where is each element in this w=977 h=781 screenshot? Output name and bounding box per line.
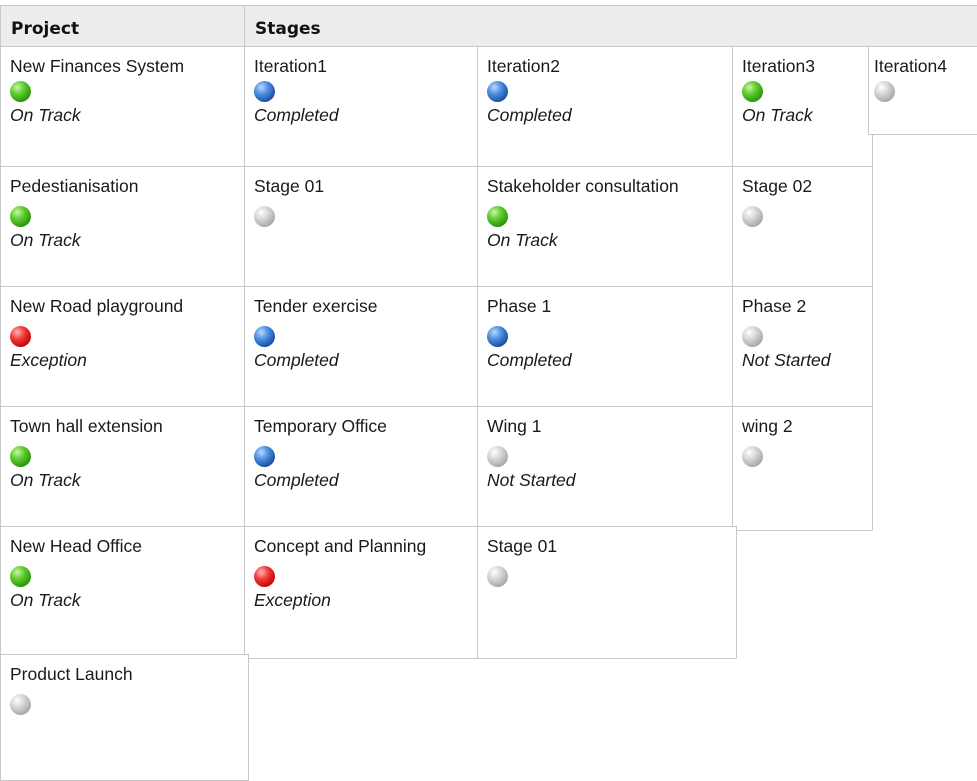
stage-name: Iteration4	[874, 56, 947, 76]
status-green-icon	[10, 206, 31, 227]
status-green-icon	[742, 81, 763, 102]
status-green-icon	[10, 81, 31, 102]
status-red-icon	[254, 566, 275, 587]
status-grey-icon	[742, 326, 763, 347]
project-name[interactable]: Product Launch	[10, 663, 248, 685]
status-grey-icon	[10, 694, 31, 715]
stage-cell[interactable]: Tender exercise Completed	[244, 286, 482, 411]
project-name[interactable]: New Finances System	[10, 55, 248, 77]
status-text: On Track	[10, 230, 81, 250]
project-cell[interactable]: Product Launch	[0, 654, 249, 781]
status-blue-icon	[254, 81, 275, 102]
status-text: Completed	[254, 105, 339, 125]
status-text: Completed	[254, 350, 339, 370]
status-text: Completed	[487, 105, 572, 125]
stage-name: Phase 1	[487, 296, 552, 316]
stage-name: Concept and Planning	[254, 536, 427, 556]
status-grey-icon	[742, 206, 763, 227]
stage-cell[interactable]: Iteration3 On Track	[732, 46, 873, 171]
project-name[interactable]: Town hall extension	[10, 415, 248, 437]
stage-name: Iteration2	[487, 56, 560, 76]
stage-cell[interactable]: wing 2	[732, 406, 873, 531]
stage-name: Stage 01	[254, 176, 325, 196]
stage-cell[interactable]: Iteration1 Completed	[244, 46, 482, 171]
stage-name: Tender exercise	[254, 296, 378, 316]
stage-name: wing 2	[742, 416, 793, 436]
stage-cell[interactable]: Stage 01	[244, 166, 482, 291]
status-red-icon	[10, 326, 31, 347]
stage-cell[interactable]: Stakeholder consultation On Track	[477, 166, 737, 291]
status-grey-icon	[254, 206, 275, 227]
status-grey-icon	[487, 566, 508, 587]
stage-name: Temporary Office	[254, 416, 387, 436]
stage-name: Wing 1	[487, 416, 542, 436]
status-text: Exception	[10, 350, 87, 370]
stage-cell[interactable]: Stage 01	[477, 526, 737, 659]
stage-name: Stage 02	[742, 176, 813, 196]
project-cell[interactable]: New Head Office On Track	[0, 526, 249, 659]
stage-name: Stage 01	[487, 536, 558, 556]
status-grey-icon	[874, 81, 895, 102]
project-cell[interactable]: New Road playground Exception	[0, 286, 249, 411]
project-name[interactable]: New Road playground	[10, 295, 248, 317]
project-name[interactable]: Pedestianisation	[10, 175, 248, 197]
status-green-icon	[10, 566, 31, 587]
status-text: Not Started	[487, 470, 576, 490]
column-header-project: Project	[0, 5, 249, 48]
stage-cell[interactable]: Stage 02	[732, 166, 873, 291]
stage-name: Iteration1	[254, 56, 327, 76]
status-text: Completed	[254, 470, 339, 490]
project-cell[interactable]: Pedestianisation On Track	[0, 166, 249, 291]
stage-cell[interactable]: Phase 1 Completed	[477, 286, 737, 411]
status-text: On Track	[10, 470, 81, 490]
status-text: Exception	[254, 590, 331, 610]
stage-cell[interactable]: Concept and Planning Exception	[244, 526, 482, 659]
status-blue-icon	[487, 326, 508, 347]
stage-cell[interactable]: Iteration4	[868, 46, 977, 135]
stage-cell[interactable]: Phase 2 Not Started	[732, 286, 873, 411]
stage-name: Stakeholder consultation	[487, 176, 679, 196]
status-green-icon	[10, 446, 31, 467]
stage-cell[interactable]: Temporary Office Completed	[244, 406, 482, 531]
status-grey-icon	[487, 446, 508, 467]
status-blue-icon	[254, 446, 275, 467]
stage-name: Iteration3	[742, 56, 815, 76]
project-cell[interactable]: Town hall extension On Track	[0, 406, 249, 531]
column-header-stages: Stages	[244, 5, 977, 48]
project-cell[interactable]: New Finances System On Track	[0, 46, 249, 171]
status-grey-icon	[742, 446, 763, 467]
status-text: Not Started	[742, 350, 831, 370]
status-green-icon	[487, 206, 508, 227]
status-text: On Track	[10, 590, 81, 610]
status-text: On Track	[487, 230, 558, 250]
stage-cell[interactable]: Iteration2 Completed	[477, 46, 737, 171]
project-stages-table: Project Stages New Finances System On Tra…	[0, 0, 977, 781]
status-text: On Track	[10, 105, 81, 125]
status-text: Completed	[487, 350, 572, 370]
status-text: On Track	[742, 105, 813, 125]
stage-cell[interactable]: Wing 1 Not Started	[477, 406, 737, 531]
status-blue-icon	[254, 326, 275, 347]
stage-name: Phase 2	[742, 296, 807, 316]
project-name[interactable]: New Head Office	[10, 535, 248, 557]
status-blue-icon	[487, 81, 508, 102]
